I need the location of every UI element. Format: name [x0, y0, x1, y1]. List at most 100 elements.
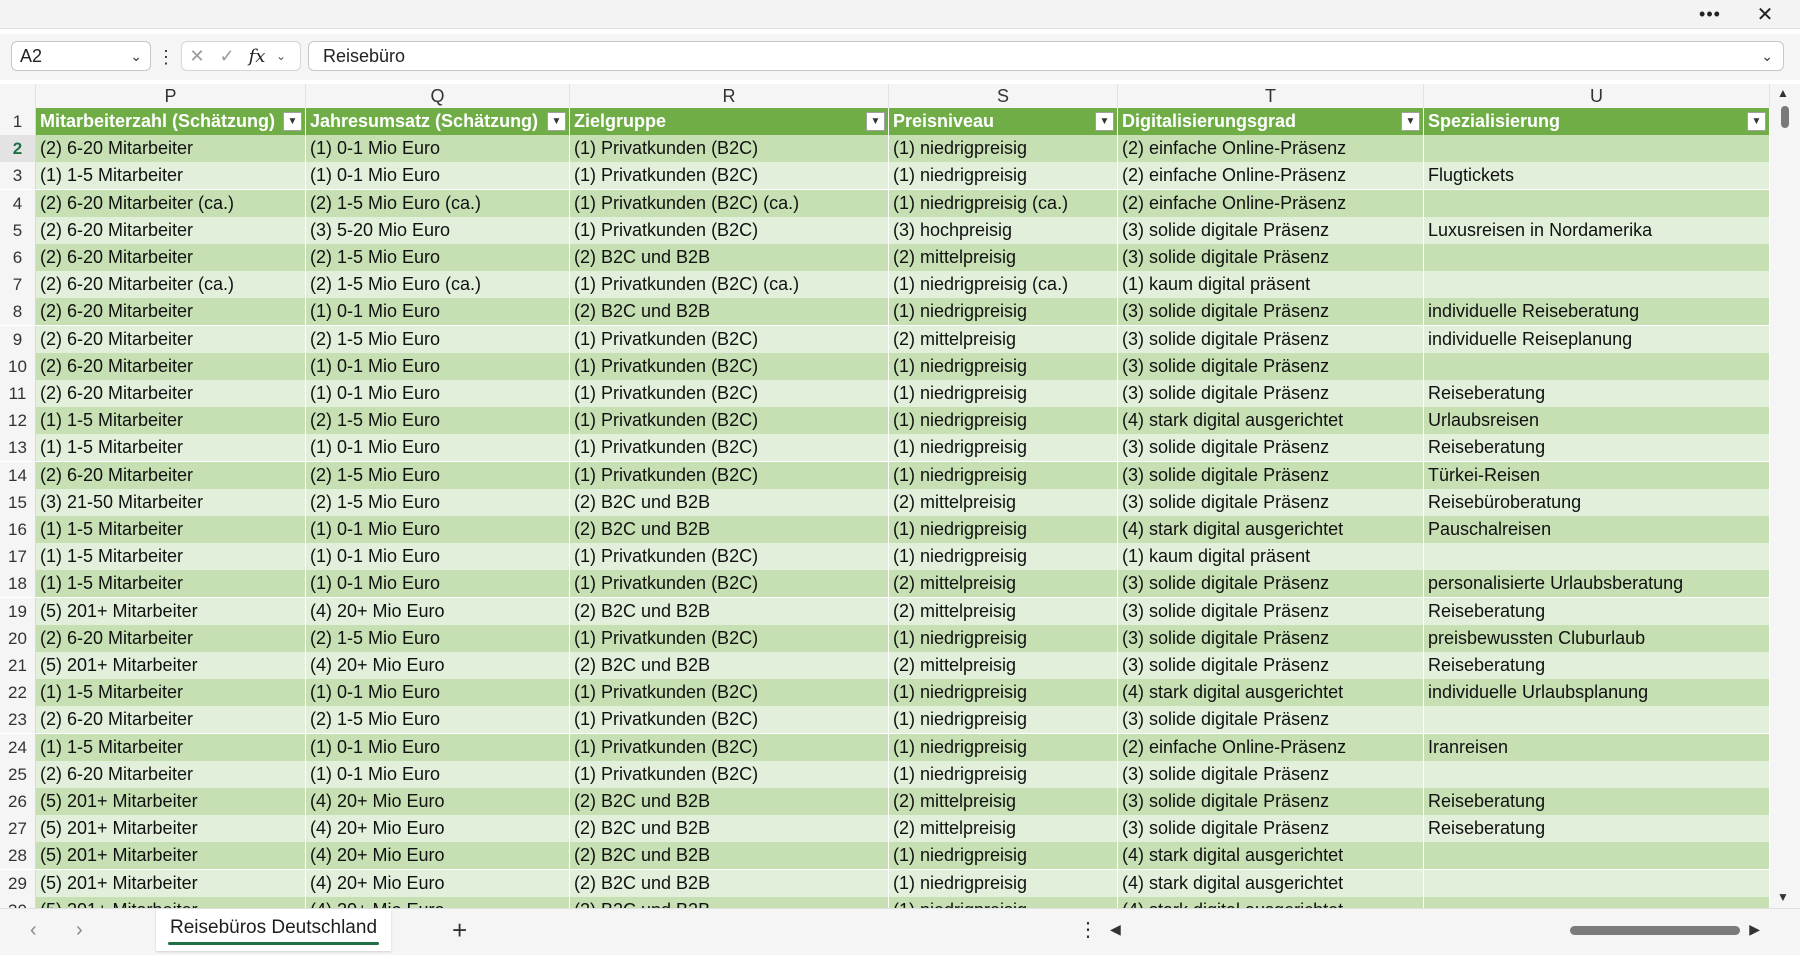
table-cell[interactable]: (4) stark digital ausgerichtet: [1118, 896, 1424, 908]
row-number[interactable]: 7: [0, 271, 36, 299]
chevron-down-icon[interactable]: ⌄: [272, 49, 290, 63]
table-cell[interactable]: (4) 20+ Mio Euro: [306, 896, 570, 908]
row-number[interactable]: 9: [0, 325, 36, 353]
row-number[interactable]: 2: [0, 135, 36, 163]
table-cell[interactable]: preisbewussten Cluburlaub: [1424, 624, 1770, 652]
scroll-up-icon[interactable]: ▲: [1777, 86, 1789, 100]
table-cell[interactable]: (1) Privatkunden (B2C): [570, 706, 889, 734]
table-cell[interactable]: (2) 6-20 Mitarbeiter: [36, 244, 306, 271]
table-cell[interactable]: (2) B2C und B2B: [570, 869, 889, 897]
table-cell[interactable]: (4) 20+ Mio Euro: [306, 869, 570, 897]
table-cell[interactable]: (1) niedrigpreisig (ca.): [889, 189, 1118, 217]
table-cell[interactable]: (2) 1-5 Mio Euro: [306, 624, 570, 652]
table-cell[interactable]: (1) Privatkunden (B2C): [570, 135, 889, 163]
table-cell[interactable]: (2) 6-20 Mitarbeiter: [36, 380, 306, 407]
row-number[interactable]: 23: [0, 706, 36, 734]
row-number[interactable]: 24: [0, 733, 36, 761]
table-cell[interactable]: (1) Privatkunden (B2C): [570, 162, 889, 190]
table-cell[interactable]: [1424, 135, 1770, 163]
table-cell[interactable]: (1) niedrigpreisig: [889, 679, 1118, 707]
table-cell[interactable]: [1424, 842, 1770, 870]
table-cell[interactable]: (2) 6-20 Mitarbeiter (ca.): [36, 271, 306, 299]
table-cell[interactable]: (2) 6-20 Mitarbeiter: [36, 706, 306, 734]
enter-icon[interactable]: ✓: [212, 46, 242, 67]
table-cell[interactable]: (2) 6-20 Mitarbeiter: [36, 624, 306, 652]
table-cell[interactable]: (3) hochpreisig: [889, 216, 1118, 244]
table-cell[interactable]: (1) 0-1 Mio Euro: [306, 380, 570, 407]
row-number[interactable]: 26: [0, 788, 36, 815]
table-cell[interactable]: (1) 1-5 Mitarbeiter: [36, 570, 306, 598]
table-cell[interactable]: (5) 201+ Mitarbeiter: [36, 788, 306, 815]
table-cell[interactable]: (1) 1-5 Mitarbeiter: [36, 434, 306, 462]
table-cell[interactable]: (1) niedrigpreisig: [889, 135, 1118, 163]
table-cell[interactable]: (1) Privatkunden (B2C): [570, 434, 889, 462]
row-number[interactable]: 13: [0, 434, 36, 462]
table-cell[interactable]: individuelle Reiseberatung: [1424, 298, 1770, 326]
scroll-left-icon[interactable]: ◀: [1110, 921, 1121, 938]
formula-bar-kebab-icon[interactable]: ⋮: [157, 42, 175, 72]
table-cell[interactable]: (1) niedrigpreisig: [889, 869, 1118, 897]
table-cell[interactable]: (2) 1-5 Mio Euro: [306, 244, 570, 271]
row-number[interactable]: 6: [0, 244, 36, 271]
table-cell[interactable]: (2) 1-5 Mio Euro: [306, 461, 570, 489]
table-cell[interactable]: (3) solide digitale Präsenz: [1118, 488, 1424, 516]
table-cell[interactable]: (3) solide digitale Präsenz: [1118, 706, 1424, 734]
horizontal-scrollbar[interactable]: ◀ ▶: [1110, 919, 1760, 943]
filter-dropdown-icon[interactable]: ▼: [866, 112, 885, 131]
table-cell[interactable]: Reisebüroberatung: [1424, 488, 1770, 516]
table-cell[interactable]: (2) B2C und B2B: [570, 652, 889, 679]
table-cell[interactable]: (2) B2C und B2B: [570, 788, 889, 815]
row-number[interactable]: 10: [0, 352, 36, 380]
row-number[interactable]: 15: [0, 488, 36, 516]
table-cell[interactable]: (1) 0-1 Mio Euro: [306, 570, 570, 598]
table-cell[interactable]: [1424, 896, 1770, 908]
table-cell[interactable]: (2) einfache Online-Präsenz: [1118, 189, 1424, 217]
table-cell[interactable]: [1424, 760, 1770, 788]
horizontal-scroll-thumb[interactable]: [1570, 926, 1740, 935]
table-cell[interactable]: (3) 5-20 Mio Euro: [306, 216, 570, 244]
table-cell[interactable]: (1) 0-1 Mio Euro: [306, 298, 570, 326]
table-cell[interactable]: (1) niedrigpreisig: [889, 162, 1118, 190]
table-cell[interactable]: (1) Privatkunden (B2C): [570, 325, 889, 353]
header-cell[interactable]: Jahresumsatz (Schätzung) ▼: [306, 108, 570, 135]
table-cell[interactable]: (1) Privatkunden (B2C): [570, 380, 889, 407]
table-cell[interactable]: (2) mittelpreisig: [889, 788, 1118, 815]
table-cell[interactable]: (4) 20+ Mio Euro: [306, 788, 570, 815]
row-number[interactable]: 20: [0, 624, 36, 652]
table-cell[interactable]: (2) B2C und B2B: [570, 516, 889, 543]
table-cell[interactable]: (1) Privatkunden (B2C): [570, 461, 889, 489]
table-cell[interactable]: (1) Privatkunden (B2C): [570, 570, 889, 598]
table-cell[interactable]: Reiseberatung: [1424, 380, 1770, 407]
table-cell[interactable]: Reiseberatung: [1424, 434, 1770, 462]
table-cell[interactable]: (1) niedrigpreisig: [889, 352, 1118, 380]
table-cell[interactable]: (3) solide digitale Präsenz: [1118, 244, 1424, 271]
table-cell[interactable]: (1) niedrigpreisig: [889, 760, 1118, 788]
table-cell[interactable]: (1) niedrigpreisig: [889, 842, 1118, 870]
table-cell[interactable]: (1) Privatkunden (B2C): [570, 407, 889, 435]
table-cell[interactable]: (2) 6-20 Mitarbeiter: [36, 216, 306, 244]
table-cell[interactable]: (2) 1-5 Mio Euro: [306, 325, 570, 353]
table-cell[interactable]: (2) einfache Online-Präsenz: [1118, 733, 1424, 761]
table-cell[interactable]: (1) niedrigpreisig: [889, 706, 1118, 734]
table-cell[interactable]: (4) stark digital ausgerichtet: [1118, 842, 1424, 870]
table-cell[interactable]: (2) mittelpreisig: [889, 488, 1118, 516]
row-number[interactable]: 14: [0, 461, 36, 489]
column-header-q[interactable]: Q: [306, 84, 570, 108]
table-cell[interactable]: (2) mittelpreisig: [889, 597, 1118, 625]
insert-function-icon[interactable]: fx: [242, 46, 272, 67]
table-cell[interactable]: [1424, 869, 1770, 897]
formula-input[interactable]: Reisebüro ⌄: [308, 41, 1784, 71]
row-number[interactable]: 8: [0, 298, 36, 326]
table-cell[interactable]: (2) 6-20 Mitarbeiter (ca.): [36, 189, 306, 217]
table-cell[interactable]: (1) niedrigpreisig: [889, 298, 1118, 326]
table-cell[interactable]: (1) 0-1 Mio Euro: [306, 516, 570, 543]
table-cell[interactable]: Reiseberatung: [1424, 815, 1770, 843]
table-cell[interactable]: (2) einfache Online-Präsenz: [1118, 162, 1424, 190]
column-header-t[interactable]: T: [1118, 84, 1424, 108]
row-number[interactable]: 25: [0, 760, 36, 788]
table-cell[interactable]: (1) 1-5 Mitarbeiter: [36, 679, 306, 707]
chevron-down-icon[interactable]: ⌄: [130, 42, 142, 70]
table-cell[interactable]: (3) solide digitale Präsenz: [1118, 298, 1424, 326]
table-cell[interactable]: (2) B2C und B2B: [570, 815, 889, 843]
table-cell[interactable]: (5) 201+ Mitarbeiter: [36, 869, 306, 897]
